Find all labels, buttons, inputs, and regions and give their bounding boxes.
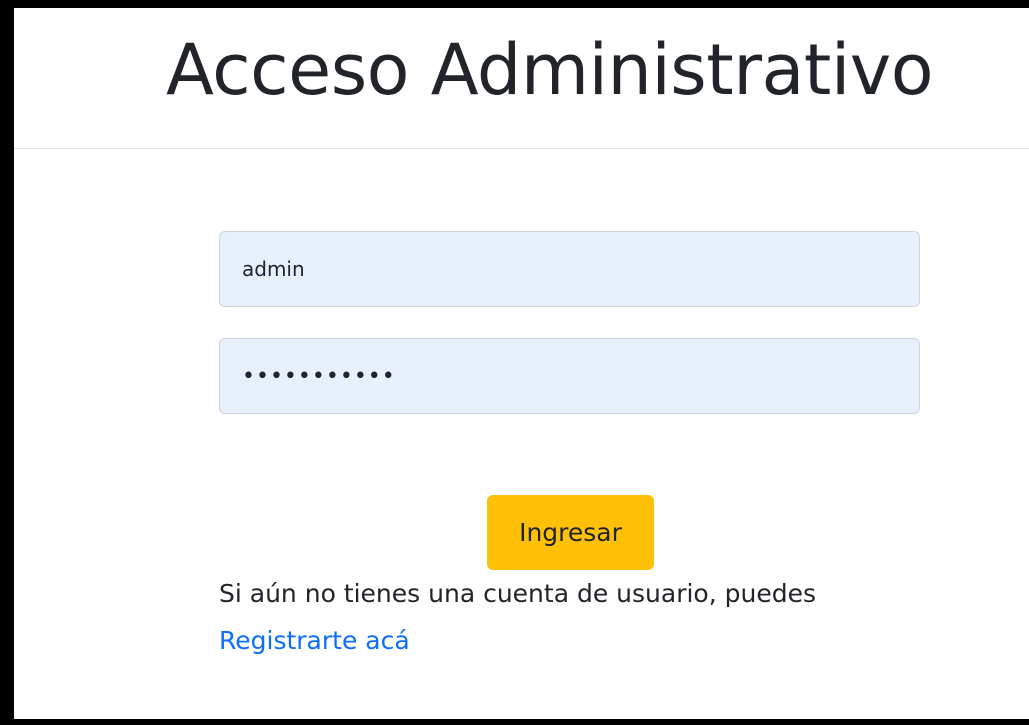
register-link[interactable]: Registrarte acá [219,625,410,658]
page-frame: Acceso Administrativo Ingresar Si aún no… [14,8,1029,719]
username-input[interactable] [219,231,920,307]
password-input[interactable] [219,338,920,414]
page-title: Acceso Administrativo [166,29,934,111]
login-button[interactable]: Ingresar [487,495,654,570]
page-header: Acceso Administrativo [14,8,1029,149]
register-prompt: Si aún no tienes una cuenta de usuario, … [219,579,816,608]
login-form [219,231,920,414]
